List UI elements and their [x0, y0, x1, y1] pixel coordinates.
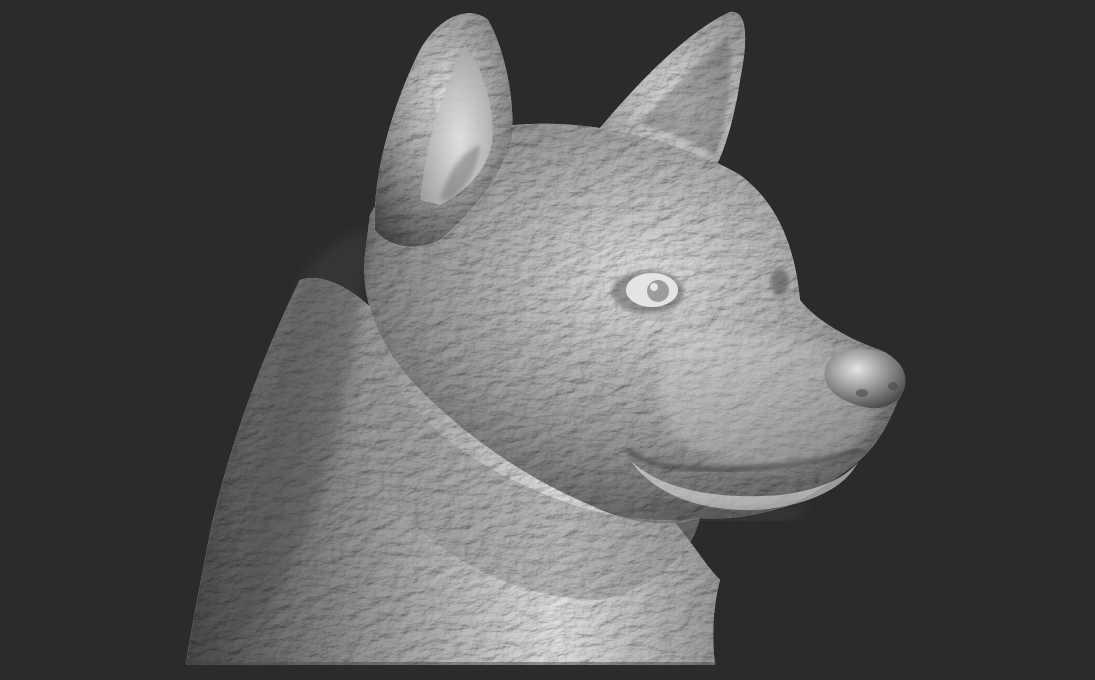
- dog-head-sculpt-render: [0, 0, 1095, 680]
- near-eye: [612, 270, 684, 314]
- base-edge: [186, 662, 716, 665]
- far-eye: [771, 268, 789, 296]
- sculpt-viewport[interactable]: [0, 0, 1095, 680]
